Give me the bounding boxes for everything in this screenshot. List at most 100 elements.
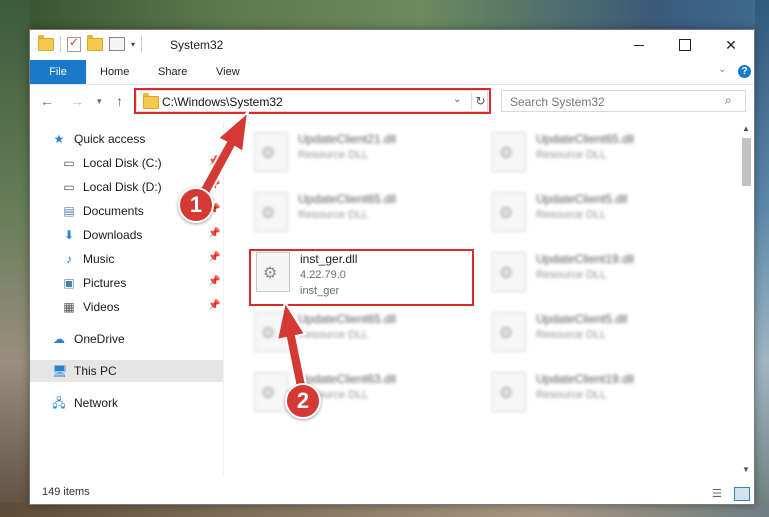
search-input[interactable]: Search System32 ⌕	[501, 90, 746, 112]
forward-arrow-icon[interactable]: →	[70, 93, 84, 109]
file-item[interactable]: UpdateClient65.dll Resource DLL	[250, 186, 480, 242]
close-button[interactable]: ✕	[708, 30, 754, 60]
file-item[interactable]: UpdateClient19.dll Resource DLL	[488, 366, 718, 422]
file-highlight-box	[249, 249, 474, 306]
dll-file-icon	[254, 192, 288, 232]
desktop-background-top	[0, 0, 769, 30]
sidebar-item-pictures[interactable]: ▣ Pictures 📌	[30, 272, 223, 294]
up-arrow-icon[interactable]: ↑	[116, 93, 123, 109]
pictures-icon: ▣	[63, 276, 75, 290]
dll-file-icon	[492, 252, 526, 292]
scrollbar-thumb[interactable]	[742, 138, 751, 186]
file-name: UpdateClient5.dll	[536, 192, 628, 206]
file-description: Resource DLL	[298, 149, 369, 161]
scroll-up-icon[interactable]: ▲	[742, 124, 750, 133]
star-icon: ★	[53, 132, 65, 146]
sidebar-item-network[interactable]: 🖧 Network	[30, 392, 223, 414]
dll-file-icon	[492, 132, 526, 172]
sidebar-item-label: Documents	[83, 204, 144, 218]
file-name: UpdateClient65.dll	[298, 192, 397, 206]
vertical-scrollbar[interactable]: ▲ ▼	[739, 122, 754, 477]
file-name: UpdateClient65.dll	[298, 312, 397, 326]
pin-icon[interactable]: 📌	[208, 252, 220, 263]
desktop-background-bottom	[0, 503, 769, 517]
file-description: Resource DLL	[298, 209, 369, 221]
file-description: Resource DLL	[536, 389, 607, 401]
file-item[interactable]: UpdateClient65.dll Resource DLL	[488, 126, 718, 182]
quick-access-toolbar: ▾	[38, 34, 143, 52]
recent-locations-chevron-down-icon[interactable]: ▾	[97, 96, 102, 107]
pin-icon[interactable]: 📌	[208, 156, 220, 167]
minimize-icon	[634, 44, 644, 46]
music-icon: ♪	[66, 252, 72, 266]
file-item[interactable]: UpdateClient19.dll Resource DLL	[488, 246, 718, 302]
pin-icon[interactable]: 📌	[208, 276, 220, 287]
tab-file[interactable]: File	[30, 60, 86, 84]
desktop-background-left	[0, 0, 30, 517]
scroll-down-icon[interactable]: ▼	[742, 465, 750, 474]
tab-home[interactable]: Home	[100, 60, 129, 84]
file-name: UpdateClient19.dll	[536, 372, 635, 386]
file-item[interactable]: UpdateClient5.dll Resource DLL	[488, 186, 718, 242]
tab-share[interactable]: Share	[158, 60, 187, 84]
file-name: UpdateClient19.dll	[536, 252, 635, 266]
sidebar-item-label: Music	[83, 252, 115, 266]
sidebar-item-quick-access[interactable]: ★ Quick access	[30, 128, 223, 150]
maximize-button[interactable]	[662, 30, 708, 60]
address-bar-highlight-box	[134, 88, 491, 114]
pin-icon[interactable]: 📌	[208, 180, 220, 191]
details-view-icon[interactable]: ☰	[712, 487, 722, 500]
sidebar-item-local-disk-c[interactable]: ▭ Local Disk (C:) 📌	[30, 152, 223, 174]
file-name: UpdateClient65.dll	[536, 132, 635, 146]
sidebar-item-label: Local Disk (D:)	[83, 180, 162, 194]
pin-icon[interactable]: 📌	[208, 300, 220, 311]
step-callout-2: 2	[285, 383, 321, 419]
tiles-view-icon[interactable]	[734, 487, 750, 501]
file-item[interactable]: UpdateClient5.dll Resource DLL	[488, 306, 718, 362]
file-item[interactable]: UpdateClient65.dll Resource DLL	[250, 306, 480, 362]
desktop-background-right	[755, 0, 769, 517]
help-icon[interactable]: ?	[738, 65, 751, 78]
minimize-button[interactable]	[616, 30, 662, 60]
sidebar-item-label: OneDrive	[74, 332, 125, 346]
file-name: UpdateClient5.dll	[536, 312, 628, 326]
customize-toolbar-chevron-down-icon[interactable]: ▾	[131, 40, 135, 49]
documents-icon: ▤	[63, 204, 75, 218]
expand-ribbon-chevron-down-icon[interactable]: ⌄	[718, 64, 726, 75]
properties-check-icon[interactable]	[67, 35, 81, 52]
new-folder-icon[interactable]	[87, 34, 103, 51]
sidebar-item-label: Pictures	[83, 276, 127, 290]
back-arrow-icon[interactable]: ←	[40, 93, 54, 109]
dll-file-icon	[492, 312, 526, 352]
folder-icon	[38, 34, 54, 51]
file-item[interactable]: UpdateClient21.dll Resource DLL	[250, 126, 480, 182]
file-description: Resource DLL	[536, 329, 607, 341]
dll-file-icon	[492, 192, 526, 232]
file-name: UpdateClient21.dll	[298, 132, 397, 146]
file-description: Resource DLL	[536, 209, 607, 221]
file-description: Resource DLL	[298, 329, 369, 341]
sidebar-item-label: Downloads	[83, 228, 143, 242]
rename-icon[interactable]	[109, 37, 125, 51]
sidebar-item-label: Videos	[83, 300, 120, 314]
pin-icon[interactable]: 📌	[208, 228, 220, 239]
dll-file-icon	[254, 132, 288, 172]
sidebar-item-videos[interactable]: ▦ Videos 📌	[30, 296, 223, 318]
tab-view[interactable]: View	[216, 60, 240, 84]
sidebar-item-this-pc[interactable]: 🖥 This PC	[30, 360, 223, 382]
file-description: Resource DLL	[536, 269, 607, 281]
file-item[interactable]: UpdateClient63.dll Resource DLL	[250, 366, 480, 422]
sidebar-item-onedrive[interactable]: ☁ OneDrive	[30, 328, 223, 350]
dll-file-icon	[254, 312, 288, 352]
computer-icon: 🖥	[52, 364, 68, 378]
videos-icon: ▦	[63, 300, 75, 314]
close-icon: ✕	[725, 36, 737, 53]
navigation-pane: ★ Quick access ▭ Local Disk (C:) 📌 ▭ Loc…	[30, 122, 224, 477]
dll-file-icon	[254, 372, 288, 412]
ribbon-tabs: File Home Share View ⌄ ?	[30, 60, 754, 85]
file-name: UpdateClient63.dll	[298, 372, 397, 386]
sidebar-item-downloads[interactable]: ⬇ Downloads 📌	[30, 224, 223, 246]
file-explorer-window: ▾ System32 ✕ File Home Share View ⌄ ? ← …	[29, 29, 755, 505]
sidebar-item-music[interactable]: ♪ Music 📌	[30, 248, 223, 270]
dll-file-icon	[492, 372, 526, 412]
